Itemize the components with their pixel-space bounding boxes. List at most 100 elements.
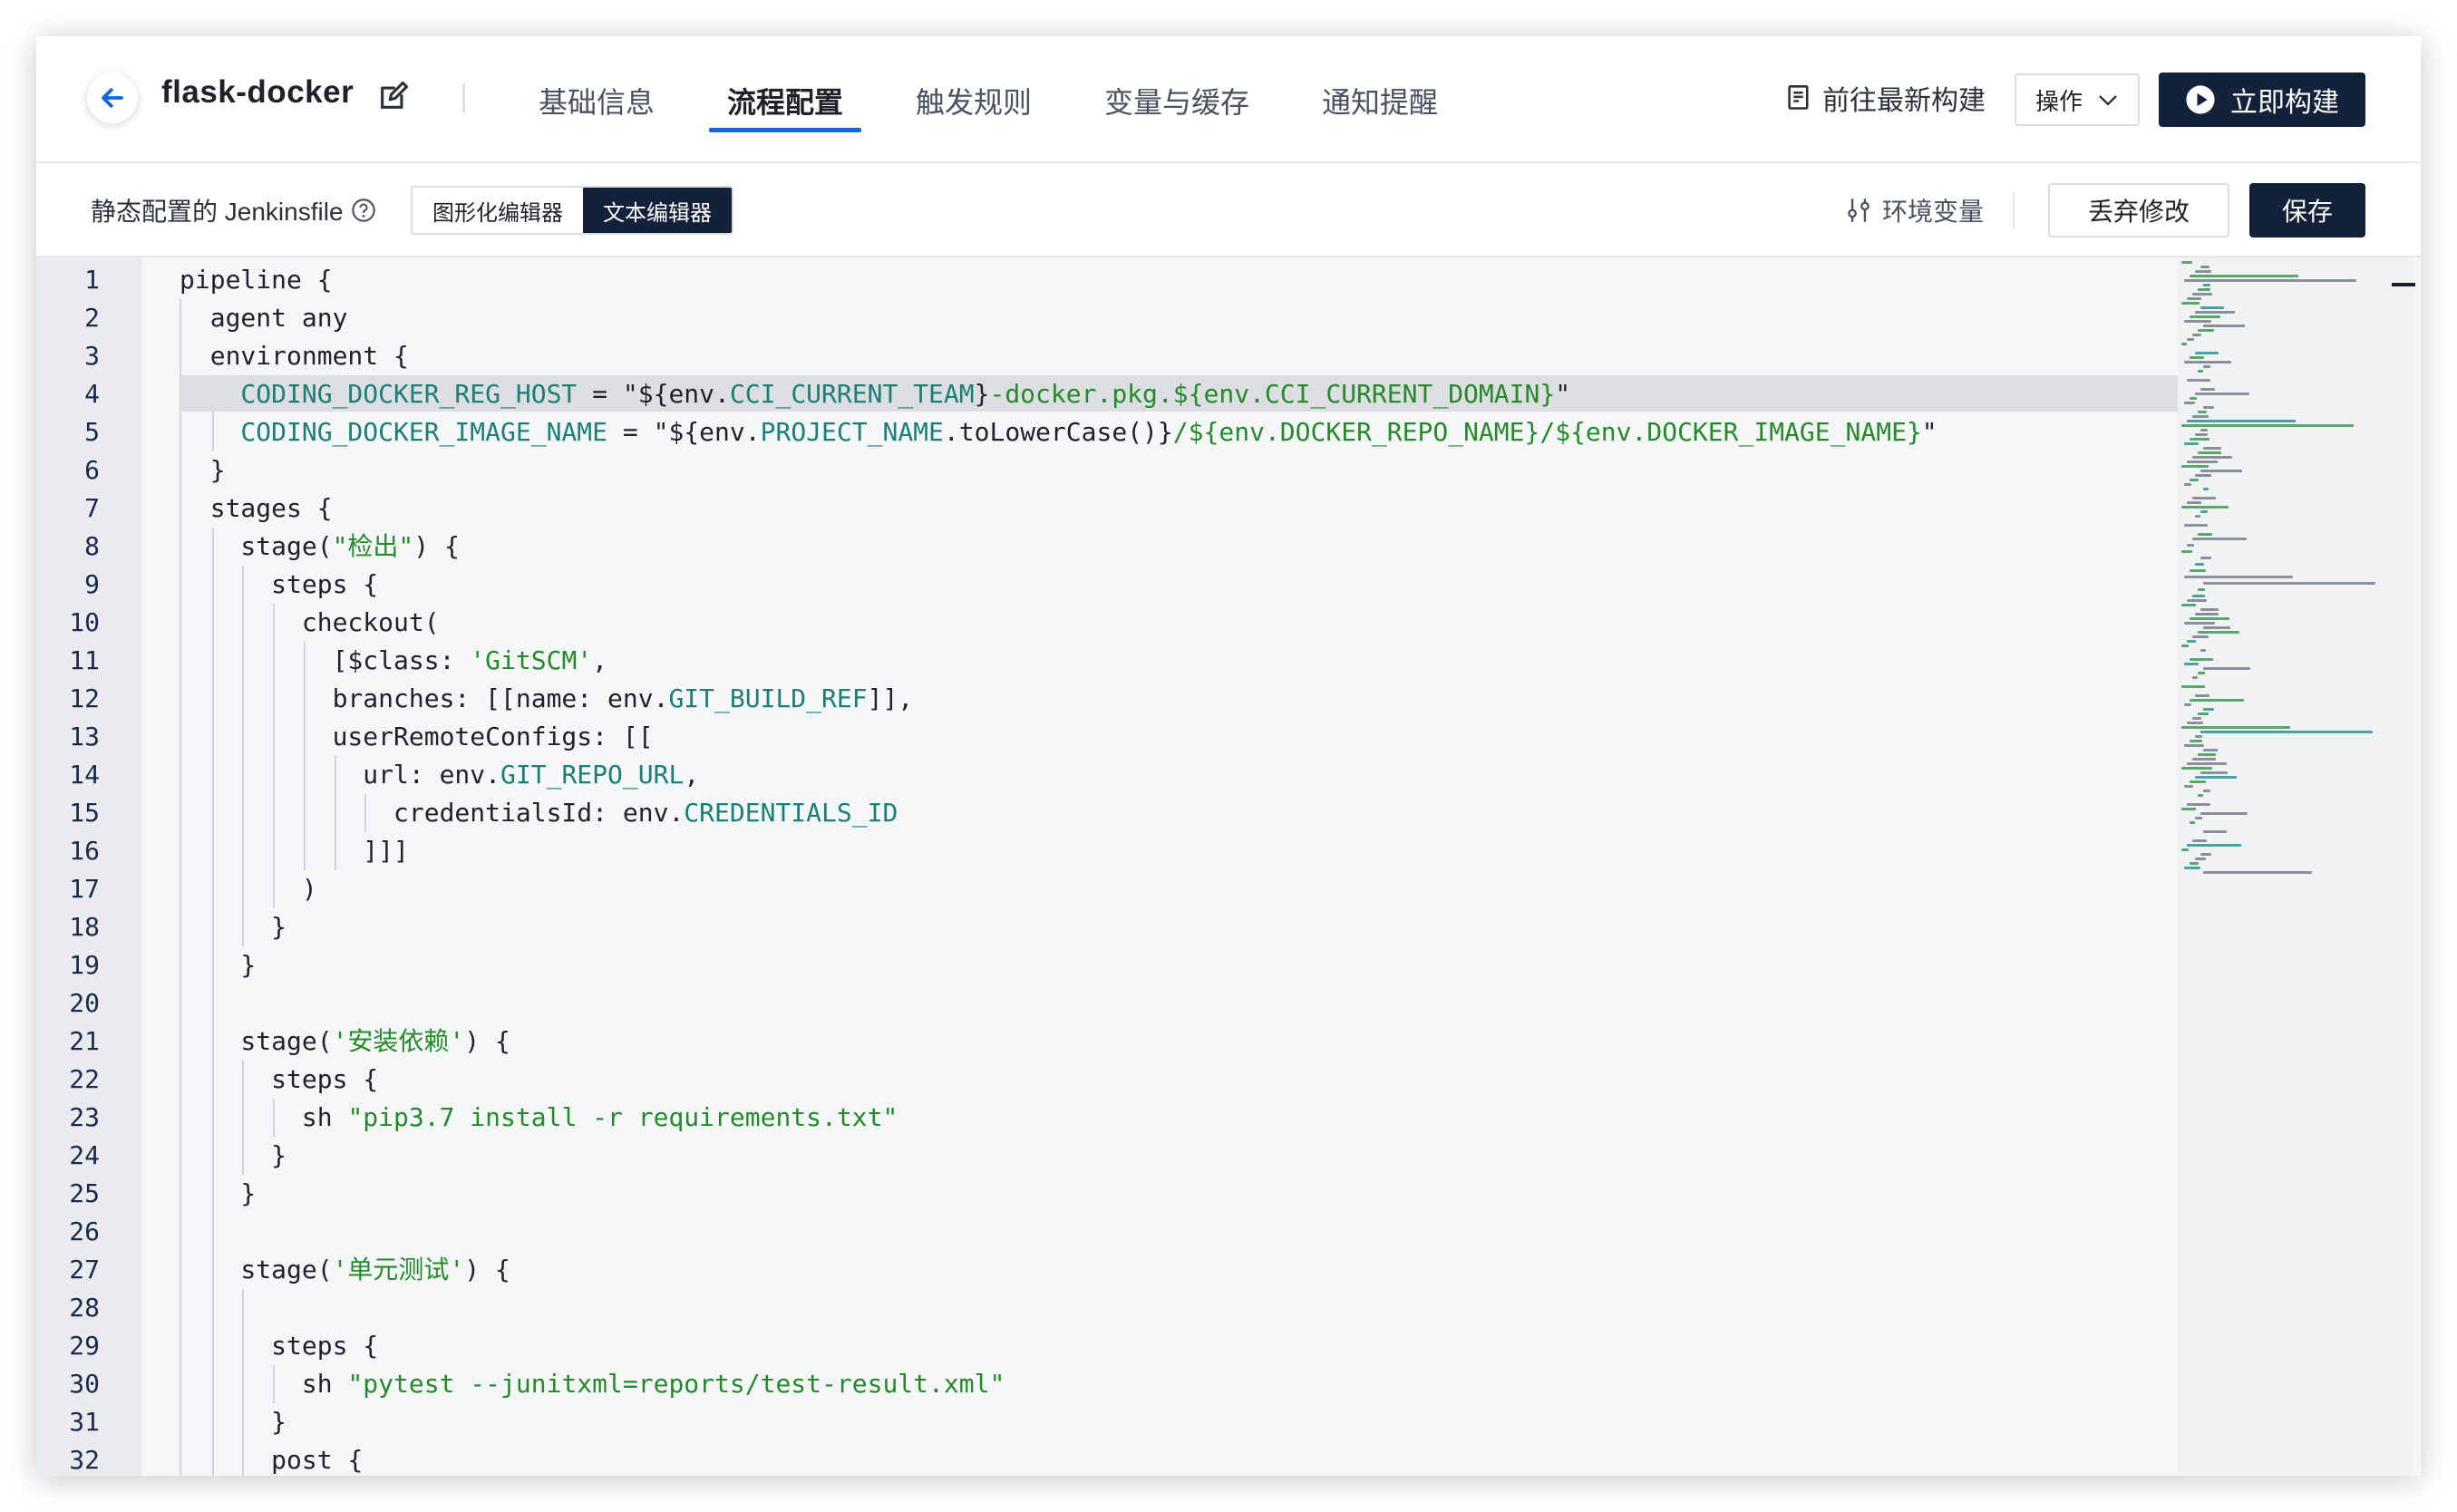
tab-basic-info[interactable]: 基础信息 [539, 80, 655, 134]
minimap-line [2190, 617, 2229, 620]
discard-changes-button[interactable]: 丢弃修改 [2048, 183, 2229, 237]
edit-icon[interactable] [377, 82, 408, 112]
minimap-line [2187, 420, 2296, 422]
line-number: 24 [69, 1140, 100, 1170]
code-variable-token: CCI_CURRENT_TEAM [729, 379, 975, 409]
minimap-line [2200, 266, 2209, 268]
code-token: ) { [413, 531, 460, 561]
code-token: } [974, 379, 990, 409]
code-token: = [607, 417, 654, 447]
minimap-line [2200, 608, 2219, 611]
code-line: sh "pip3.7 install -r requirements.txt" [180, 1099, 898, 1137]
line-number: 3 [84, 341, 100, 371]
text-editor-tab[interactable]: 文本编辑器 [583, 188, 732, 233]
code-editor[interactable]: 1 2 3 4 5 6 7 8 9 10 11 12 13 14 15 16 17 18 19 20 21 22 23 24 2… [36, 257, 2421, 1476]
minimap-line [2200, 853, 2211, 856]
minimap-line [2198, 672, 2205, 674]
code-token: ) [180, 874, 317, 904]
save-button[interactable]: 保存 [2249, 183, 2365, 237]
build-now-button[interactable]: 立即构建 [2159, 73, 2365, 127]
line-number: 22 [69, 1064, 100, 1094]
minimap-line [2181, 848, 2189, 851]
minimap-line [2181, 808, 2196, 810]
code-token: } [180, 912, 287, 942]
line-number: 13 [69, 722, 100, 751]
help-icon[interactable] [351, 198, 376, 223]
operations-dropdown[interactable]: 操作 [2015, 73, 2140, 126]
code-line: } [180, 451, 226, 489]
minimap-line [2195, 352, 2219, 354]
minimap-line [2192, 334, 2201, 336]
back-button[interactable] [87, 73, 138, 123]
code-line: checkout( [180, 604, 440, 642]
minimap-line [2181, 302, 2200, 305]
code-line: [$class: 'GitSCM', [180, 642, 607, 680]
app-window: flask-docker 基础信息 流程配置 触发规则 变量与缓存 通知提醒 前… [36, 36, 2421, 1476]
minimap-line [2195, 393, 2249, 395]
line-number: 5 [84, 417, 100, 447]
code-line: branches: [[name: env.GIT_BUILD_REF]], [180, 680, 914, 718]
code-minimap[interactable] [2178, 257, 2413, 1476]
minimap-line [2203, 365, 2210, 368]
code-line: stage('安装依赖') { [180, 1023, 510, 1061]
code-token: ) { [464, 1026, 510, 1056]
code-line: } [180, 1175, 256, 1213]
minimap-line [2203, 406, 2214, 409]
code-token: } [180, 1178, 257, 1208]
line-number: 11 [69, 645, 100, 675]
code-line: ) [180, 870, 317, 908]
tab-trigger-rules[interactable]: 触发规则 [916, 80, 1032, 134]
minimap-line [2195, 694, 2209, 697]
minimap-line [2192, 758, 2216, 761]
code-token: stage( [180, 1026, 333, 1056]
minimap-line [2192, 635, 2209, 638]
minimap-scroll-indicator[interactable] [2392, 283, 2415, 286]
header-divider [462, 83, 465, 112]
code-text-area[interactable]: pipeline { agent any environment { CODIN… [141, 257, 2212, 1476]
minimap-line [2192, 415, 2209, 418]
code-line: stages { [180, 489, 333, 528]
env-vars-button[interactable]: 环境变量 [1846, 192, 1984, 228]
minimap-line [2200, 510, 2208, 513]
line-number: 17 [69, 874, 100, 904]
minimap-line [2184, 402, 2195, 404]
latest-build-link[interactable]: 前往最新构建 [1786, 80, 1986, 116]
code-line: credentialsId: env.CREDENTIALS_ID [180, 794, 898, 832]
minimap-line [2195, 311, 2235, 314]
code-token: branches: [[name: env. [180, 683, 669, 713]
tab-notifications[interactable]: 通知提醒 [1322, 80, 1438, 134]
minimap-line [2198, 631, 2239, 634]
code-string-token: /${env.DOCKER_REPO_NAME}/${env.DOCKER_IM… [1172, 417, 1922, 447]
minimap-line [2181, 685, 2205, 688]
graphical-editor-tab[interactable]: 图形化编辑器 [413, 188, 583, 233]
minimap-line [2190, 438, 2209, 441]
project-title: flask-docker [161, 74, 354, 110]
code-line: environment { [180, 337, 409, 375]
minimap-line [2192, 595, 2205, 597]
tab-variables-cache[interactable]: 变量与缓存 [1104, 80, 1249, 134]
minimap-line [2198, 753, 2216, 756]
line-number: 31 [69, 1407, 100, 1437]
play-circle-icon [2186, 85, 2215, 114]
code-line: steps { [180, 566, 378, 604]
line-number: 9 [84, 569, 100, 599]
code-variable-token: GIT_REPO_URL [500, 760, 685, 790]
minimap-line [2181, 550, 2192, 553]
code-token: } [180, 1140, 287, 1170]
line-number: 10 [69, 607, 100, 637]
toolbar-divider [2013, 192, 2015, 228]
line-number: 7 [84, 493, 100, 523]
minimap-line [2200, 649, 2206, 652]
line-number: 18 [69, 912, 100, 942]
page-header: flask-docker 基础信息 流程配置 触发规则 变量与缓存 通知提醒 前… [36, 36, 2421, 163]
minimap-line [2195, 433, 2208, 436]
tab-pipeline-config[interactable]: 流程配置 [727, 80, 843, 134]
minimap-line [2187, 297, 2201, 300]
minimap-line [2203, 582, 2375, 585]
code-string-token: "pip3.7 install -r requirements.txt" [347, 1102, 898, 1132]
line-number: 26 [69, 1216, 100, 1246]
minimap-line [2198, 712, 2209, 715]
minimap-line [2190, 821, 2195, 824]
minimap-line [2192, 839, 2207, 842]
minimap-line [2184, 483, 2191, 486]
